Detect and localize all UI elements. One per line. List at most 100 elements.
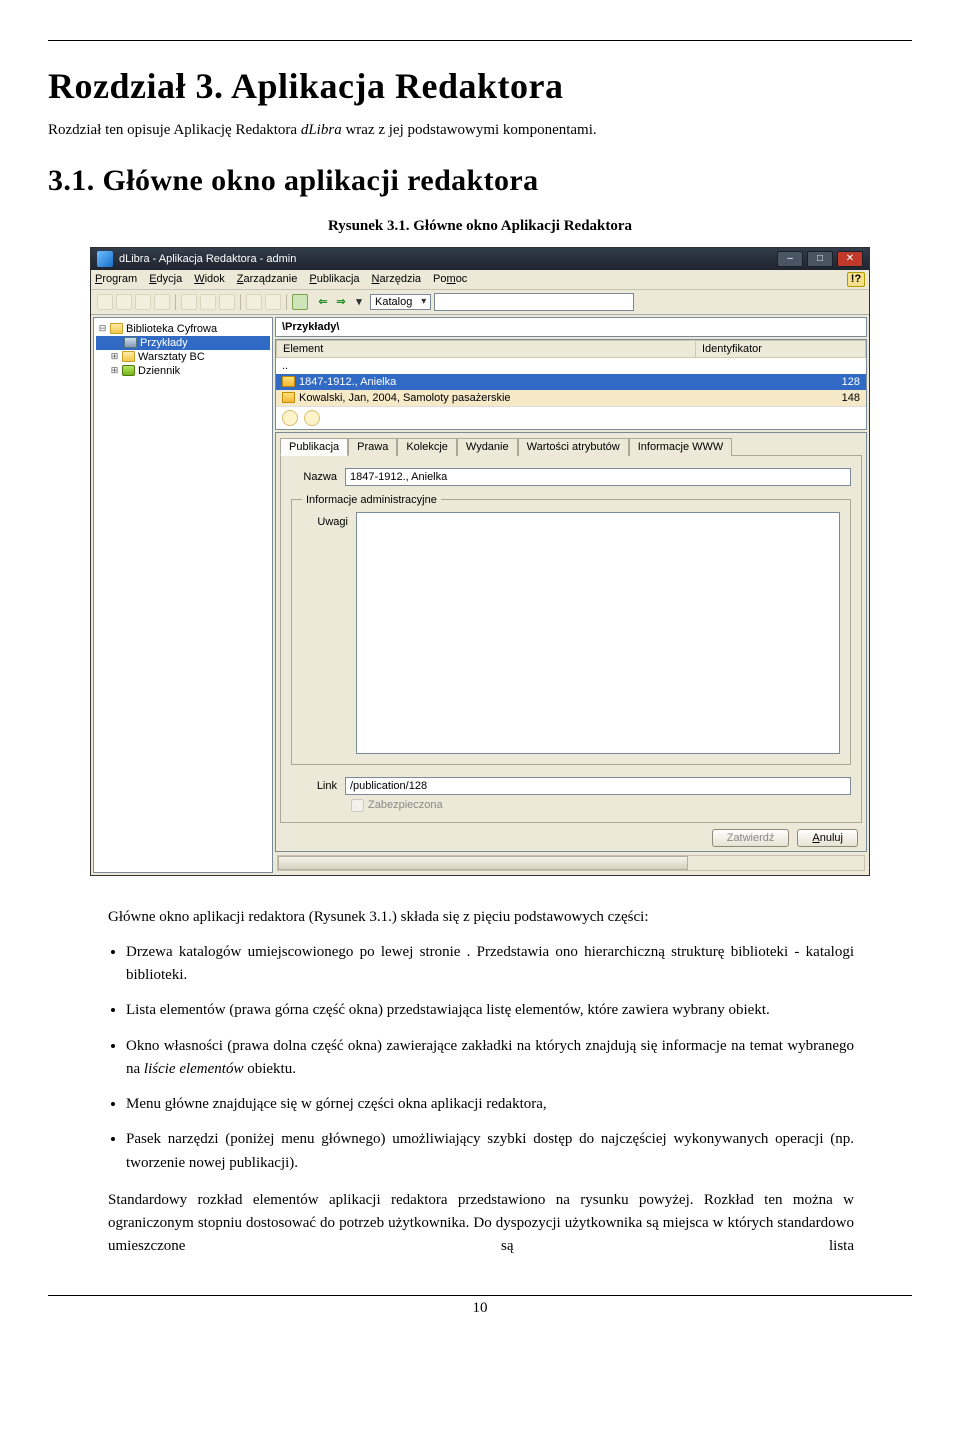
book-icon (282, 376, 295, 387)
nav-down-icon[interactable]: ▾ (351, 294, 367, 310)
menu-item-widok[interactable]: Widok (194, 273, 225, 285)
sidebar-tree[interactable]: ⊟ Biblioteka Cyfrowa Przykłady ⊞ Warszta… (93, 317, 273, 873)
toolbar-icon[interactable] (97, 294, 113, 310)
toolbar-icon[interactable] (181, 294, 197, 310)
label-uwagi: Uwagi (302, 512, 348, 754)
tree-label: Dziennik (138, 365, 180, 377)
tabs-panel: PublikacjaPrawaKolekcjeWydanieWartości a… (275, 432, 867, 852)
db-icon (122, 365, 135, 376)
intro-text-2: wraz z jej podstawowymi komponentami. (342, 122, 597, 138)
top-rule (48, 40, 912, 41)
fieldset-adm: Informacje administracyjne Uwagi (291, 494, 851, 765)
page-number: 10 (48, 1300, 912, 1317)
path-row: \Przykłady\ (275, 317, 867, 337)
tab-wydanie[interactable]: Wydanie (457, 438, 518, 456)
list-row-parent[interactable]: .. (276, 358, 866, 374)
input-nazwa[interactable] (345, 468, 851, 486)
button-anuluj[interactable]: Anuluj (797, 829, 858, 847)
menu-item-program[interactable]: Program (95, 273, 137, 285)
tab-body-publikacja: Nazwa Informacje administracyjne Uwagi L… (280, 455, 862, 823)
tree-item[interactable]: ⊞ Dziennik (96, 364, 270, 378)
list-header: Element Identyfikator (276, 340, 866, 358)
maximize-button[interactable]: □ (807, 251, 833, 267)
bullet-text: obiektu. (243, 1061, 296, 1077)
list-cell-name-text: Kowalski, Jan, 2004, Samoloty pasażerski… (299, 392, 511, 404)
toolbar-icon[interactable] (135, 294, 151, 310)
list-row[interactable]: Kowalski, Jan, 2004, Samoloty pasażerski… (276, 390, 866, 406)
tree-root[interactable]: ⊟ Biblioteka Cyfrowa (96, 322, 270, 336)
nav-forward-icon[interactable]: ⇒ (333, 294, 349, 310)
checkbox-zabezpieczona-row: Zabezpieczona (351, 799, 851, 812)
tab-publikacja[interactable]: Publikacja (280, 438, 348, 456)
toolbar-icon[interactable] (200, 294, 216, 310)
expander-icon[interactable]: ⊟ (98, 323, 107, 334)
tab-wartości-atrybutów[interactable]: Wartości atrybutów (518, 438, 629, 456)
window-title: dLibra - Aplikacja Redaktora - admin (119, 253, 296, 265)
after-list-paragraph: Standardowy rozkład elementów aplikacji … (108, 1189, 854, 1259)
intro-text-1: Rozdział ten opisuje Aplikację Redaktora (48, 122, 301, 138)
catalog-label: Katalog (375, 296, 412, 308)
refresh-icon[interactable] (282, 410, 298, 426)
scrollbar-thumb[interactable] (278, 856, 688, 870)
world-icon[interactable] (304, 410, 320, 426)
catalog-combo[interactable]: Katalog (370, 294, 431, 310)
tree-label: Warsztaty BC (138, 351, 205, 363)
tab-kolekcje[interactable]: Kolekcje (397, 438, 457, 456)
menubar: Program Edycja Widok Zarządzanie Publikacja N… (91, 270, 869, 290)
menu-item-narzędzia[interactable]: Narzędzia (372, 273, 422, 285)
horizontal-scrollbar[interactable] (277, 855, 865, 871)
list-header-id[interactable]: Identyfikator (696, 340, 866, 358)
minimize-button[interactable]: – (777, 251, 803, 267)
expander-icon[interactable]: ⊞ (110, 351, 119, 362)
label-nazwa: Nazwa (291, 471, 337, 483)
button-anuluj-rest: nuluj (820, 832, 843, 844)
close-button[interactable]: ✕ (837, 251, 863, 267)
bullet-list: Drzewa katalogów umiejscowionego po lewe… (126, 941, 854, 1175)
list-cell-id: 148 (816, 390, 866, 406)
menu-item-publikacja[interactable]: Publikacja (309, 273, 359, 285)
screenshot-window: dLibra - Aplikacja Redaktora - admin – □… (90, 247, 870, 876)
folder-icon (124, 337, 137, 348)
checkbox-zabezpieczona[interactable] (351, 799, 364, 812)
tab-prawa[interactable]: Prawa (348, 438, 397, 456)
menu-item-pomoc[interactable]: Pomoc (433, 273, 467, 285)
toolbar-icon[interactable] (219, 294, 235, 310)
menu-item-zarządzanie[interactable]: Zarządzanie (237, 273, 298, 285)
after-figure-text: Główne okno aplikacji redaktora (Rysunek… (108, 906, 852, 929)
nav-back-icon[interactable]: ⇐ (315, 294, 331, 310)
menu-item-edycja[interactable]: Edycja (149, 273, 182, 285)
list-row[interactable]: 1847-1912., Anielka128 (276, 374, 866, 390)
toolbar-separator (240, 294, 241, 310)
bullet-item: Menu główne znajdujące się w górnej częś… (126, 1093, 854, 1116)
tree-item-selected[interactable]: Przykłady (96, 336, 270, 350)
toolbar-separator (286, 294, 287, 310)
toolbar-separator (175, 294, 176, 310)
input-link[interactable] (345, 777, 851, 795)
button-zatwierdz[interactable]: Zatwierdź (712, 829, 790, 847)
list-cell-name: Kowalski, Jan, 2004, Samoloty pasażerski… (276, 390, 816, 406)
bullet-item: Pasek narzędzi (poniżej menu głównego) u… (126, 1128, 854, 1175)
toolbar: ⇐ ⇒ ▾ Katalog (91, 290, 869, 315)
toolbar-search-input[interactable] (434, 293, 634, 311)
toolbar-icon-active[interactable] (292, 294, 308, 310)
label-zabezpieczona: Zabezpieczona (368, 799, 443, 811)
heading-h2: 3.1. Główne okno aplikacji redaktora (48, 164, 912, 198)
context-help-icon[interactable]: !? (847, 272, 865, 287)
toolbar-icon[interactable] (154, 294, 170, 310)
toolbar-icon[interactable] (246, 294, 262, 310)
app-icon (97, 251, 113, 267)
tab-informacje-www[interactable]: Informacje WWW (629, 438, 733, 456)
textarea-uwagi[interactable] (356, 512, 840, 754)
legend-adm: Informacje administracyjne (302, 494, 441, 506)
list-header-element[interactable]: Element (276, 340, 696, 358)
expander-icon[interactable]: ⊞ (110, 365, 119, 376)
tree-label: Biblioteka Cyfrowa (126, 323, 217, 335)
bullet-item: Drzewa katalogów umiejscowionego po lewe… (126, 941, 854, 988)
toolbar-icon[interactable] (116, 294, 132, 310)
list-cell-name-text: 1847-1912., Anielka (299, 376, 396, 388)
tree-item[interactable]: ⊞ Warsztaty BC (96, 350, 270, 364)
footer-rule (48, 1295, 912, 1296)
intro-paragraph: Rozdział ten opisuje Aplikację Redaktora… (48, 119, 912, 142)
toolbar-icon[interactable] (265, 294, 281, 310)
titlebar: dLibra - Aplikacja Redaktora - admin – □… (91, 248, 869, 270)
